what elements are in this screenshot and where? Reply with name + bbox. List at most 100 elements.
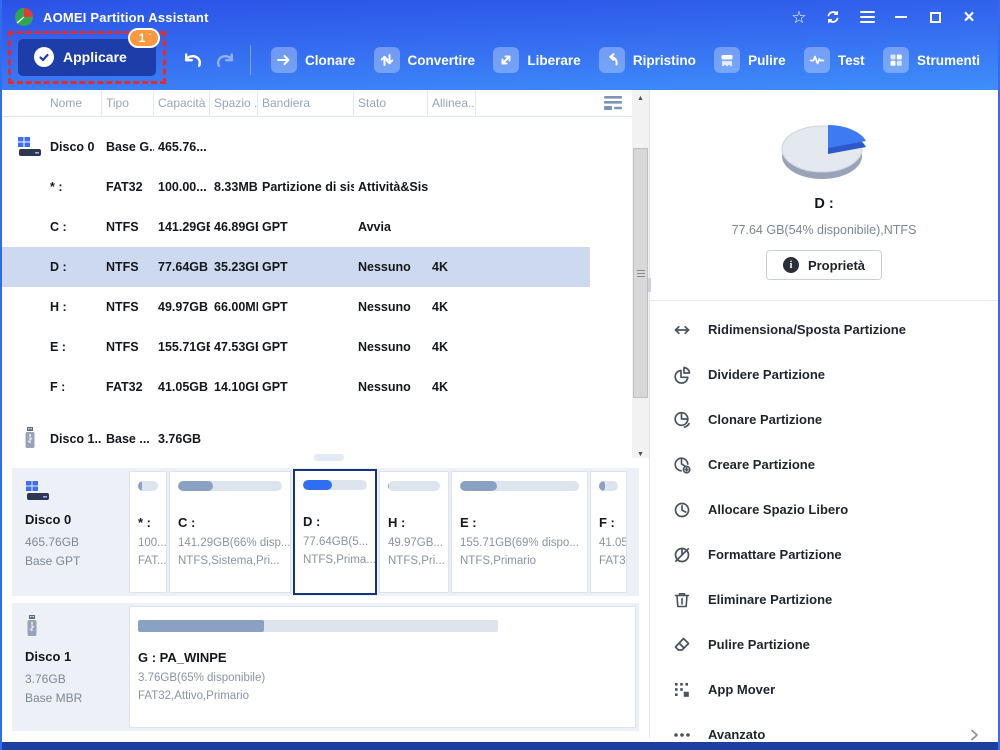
table-scrollbar[interactable]: ▲ ▼ bbox=[632, 90, 649, 458]
partition-block-e[interactable]: E : 155.71GB(69% dispo... NTFS,Primario bbox=[451, 471, 588, 593]
partition-block-f[interactable]: F : 41.05... FAT3... bbox=[590, 471, 627, 593]
scroll-up-icon[interactable]: ▲ bbox=[632, 90, 649, 106]
toolbar-item-test[interactable]: Test bbox=[804, 47, 865, 73]
scrollbar-thumb[interactable] bbox=[633, 148, 648, 398]
disk1-type: Base MBR bbox=[25, 689, 117, 708]
table-row-f[interactable]: F :FAT3241.05GB14.10GBGPTNessuno4K bbox=[2, 367, 590, 407]
action-clone-partition[interactable]: Clonare Partizione bbox=[672, 397, 984, 442]
app-title: AOMEI Partition Assistant bbox=[43, 10, 209, 25]
trash-icon bbox=[672, 590, 692, 610]
disk-icon bbox=[10, 136, 46, 158]
table-row-e[interactable]: E :NTFS155.71GB47.53GBGPTNessuno4K bbox=[2, 327, 590, 367]
col-header-bandiera[interactable]: Bandiera bbox=[258, 90, 354, 116]
partition-block-g[interactable]: G : PA_WINPE 3.76GB(65% disponibile) FAT… bbox=[129, 606, 636, 728]
eraser-icon bbox=[672, 635, 692, 655]
disk-icon bbox=[25, 480, 51, 502]
toolbar: Applicare 1ˇ bbox=[2, 34, 998, 90]
col-header-capacita[interactable]: Capacità bbox=[154, 90, 210, 116]
col-header-spazio[interactable]: Spazio ... bbox=[210, 90, 258, 116]
menu-icon[interactable] bbox=[850, 4, 884, 30]
toolbar-item-restore[interactable]: Ripristino bbox=[599, 47, 696, 73]
minimize-icon[interactable] bbox=[884, 4, 918, 30]
disk0-size: 465.76GB bbox=[25, 533, 117, 552]
app-logo-icon bbox=[14, 7, 34, 27]
table-row-disk1[interactable]: Disco 1...Base ...3.76GB bbox=[2, 419, 590, 458]
partition-block-c[interactable]: C : 141.29GB(66% disp... NTFS,Sistema,Pr… bbox=[169, 471, 291, 593]
partition-block-h[interactable]: H : 49.97GB... NTFS,Pri... bbox=[379, 471, 449, 593]
table-header-row: Nome Tipo Capacità Spazio ... Bandiera S… bbox=[2, 90, 649, 117]
toolbar-item-free-up[interactable]: Liberare bbox=[493, 47, 580, 73]
panel-splitter-grip[interactable] bbox=[648, 278, 651, 292]
resize-arrows-icon bbox=[672, 320, 692, 340]
partition-block-system[interactable]: * : 100.... FAT... bbox=[129, 471, 167, 593]
partition-table: Nome Tipo Capacità Spazio ... Bandiera S… bbox=[2, 90, 649, 458]
action-resize-move[interactable]: Ridimensiona/Sposta Partizione bbox=[672, 307, 984, 352]
table-row-disk0[interactable]: Disco 0Base G...465.76... bbox=[2, 127, 590, 167]
apply-button[interactable]: Applicare 1ˇ bbox=[18, 39, 156, 76]
action-allocate-free-space[interactable]: Allocare Spazio Libero bbox=[672, 487, 984, 532]
partition-block-d-selected[interactable]: D : 77.64GB(5... NTFS,Prima... bbox=[293, 469, 377, 595]
col-header-tipo[interactable]: Tipo bbox=[102, 90, 154, 116]
shredder-icon bbox=[714, 47, 740, 73]
info-icon: i bbox=[783, 257, 799, 273]
grid-squares-icon bbox=[883, 47, 909, 73]
col-header-allinea[interactable]: Allinea... bbox=[428, 90, 476, 116]
app-window: AOMEI Partition Assistant ☆ × bbox=[0, 0, 1000, 750]
table-row-c[interactable]: C :NTFS141.29GB46.89GBGPTAvvia bbox=[2, 207, 590, 247]
toolbar-item-convert[interactable]: Convertire bbox=[374, 47, 476, 73]
window-bottom-edge bbox=[2, 742, 998, 750]
waveform-icon bbox=[804, 47, 830, 73]
action-split-partition[interactable]: Dividere Partizione bbox=[672, 352, 984, 397]
action-wipe-partition[interactable]: Pulire Partizione bbox=[672, 622, 984, 667]
disk0-info[interactable]: Disco 0 465.76GB Base GPT bbox=[15, 471, 127, 593]
disk1-name: Disco 1 bbox=[25, 649, 117, 664]
column-chooser-icon[interactable] bbox=[603, 95, 623, 111]
split-pie-icon bbox=[672, 365, 692, 385]
favorite-star-icon[interactable]: ☆ bbox=[782, 4, 816, 30]
restore-arrow-icon bbox=[599, 47, 625, 73]
pending-operations-badge[interactable]: 1ˇ bbox=[128, 28, 160, 48]
close-icon[interactable]: × bbox=[952, 4, 986, 30]
apply-label: Applicare bbox=[63, 49, 127, 65]
action-app-mover[interactable]: App Mover bbox=[672, 667, 984, 712]
check-icon bbox=[34, 47, 54, 67]
usb-drive-icon bbox=[10, 427, 46, 451]
disk0-name: Disco 0 bbox=[25, 512, 117, 527]
app-header: AOMEI Partition Assistant ☆ × bbox=[2, 0, 998, 90]
actions-list: Ridimensiona/Sposta Partizione Dividere … bbox=[650, 300, 998, 750]
selected-partition-summary: 77.64 GB(54% disponibile),NTFS bbox=[650, 223, 998, 237]
maximize-icon[interactable] bbox=[918, 4, 952, 30]
toolbar-item-clone[interactable]: Clonare bbox=[271, 47, 355, 73]
disk1-size: 3.76GB bbox=[25, 670, 117, 689]
disk1-info[interactable]: Disco 1 3.76GB Base MBR bbox=[15, 606, 127, 728]
table-row-h[interactable]: H :NTFS49.97GB66.00MBGPTNessuno4K bbox=[2, 287, 590, 327]
clone-pie-icon bbox=[672, 410, 692, 430]
action-delete-partition[interactable]: Eliminare Partizione bbox=[672, 577, 984, 622]
app-grid-dots-icon bbox=[672, 680, 692, 700]
undo-icon[interactable] bbox=[182, 50, 204, 70]
toolbar-item-wipe[interactable]: Pulire bbox=[714, 47, 786, 73]
apply-highlight-box: Applicare 1ˇ bbox=[8, 31, 166, 84]
disk1-card: Disco 1 3.76GB Base MBR G : PA_WINPE 3.7… bbox=[12, 603, 639, 731]
create-pie-plus-icon bbox=[672, 455, 692, 475]
toolbar-item-tools[interactable]: Strumenti bbox=[883, 47, 980, 73]
col-header-stato[interactable]: Stato bbox=[354, 90, 428, 116]
usage-pie-chart bbox=[650, 112, 998, 188]
table-row-system[interactable]: * :FAT32100.00...8.33MBPartizione di sis… bbox=[2, 167, 590, 207]
splitter-handle[interactable] bbox=[314, 454, 344, 461]
redo-icon[interactable] bbox=[214, 50, 236, 70]
clock-icon bbox=[672, 500, 692, 520]
scroll-down-icon[interactable]: ▼ bbox=[632, 446, 649, 458]
selected-partition-label: D : bbox=[650, 196, 998, 212]
expand-diagonal-icon bbox=[493, 47, 519, 73]
action-format-partition[interactable]: Formattare Partizione bbox=[672, 532, 984, 577]
disk-map: Disco 0 465.76GB Base GPT * : 100.... FA… bbox=[2, 458, 649, 738]
table-row-d-selected[interactable]: D :NTFS77.64GB35.23GBGPTNessuno4K bbox=[2, 247, 590, 287]
action-create-partition[interactable]: Creare Partizione bbox=[672, 442, 984, 487]
col-header-nome[interactable]: Nome bbox=[46, 90, 102, 116]
disk0-type: Base GPT bbox=[25, 552, 117, 571]
properties-button[interactable]: i Proprietà bbox=[766, 250, 882, 280]
detail-panel: D : 77.64 GB(54% disponibile),NTFS i Pro… bbox=[650, 90, 998, 738]
clone-arrow-icon bbox=[271, 47, 297, 73]
refresh-icon[interactable] bbox=[816, 4, 850, 30]
